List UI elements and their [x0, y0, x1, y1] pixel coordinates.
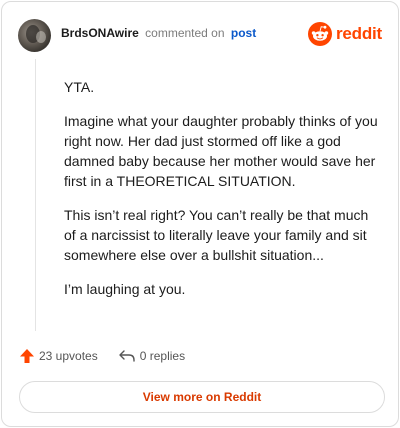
reddit-wordmark: reddit: [335, 24, 382, 43]
thread-line: [35, 59, 36, 331]
action-text: commented on: [145, 26, 225, 40]
username-link[interactable]: BrdsONAwire: [61, 26, 139, 40]
comment-footer: 23 upvotes 0 replies: [19, 346, 185, 366]
comment-paragraph: Imagine what your daughter probably thin…: [64, 113, 378, 189]
reply-count: 0 replies: [139, 349, 186, 363]
upvote-arrow-icon[interactable]: [19, 348, 35, 364]
post-link[interactable]: post: [231, 26, 256, 40]
comment-header: BrdsONAwire commented on post reddit: [18, 18, 382, 52]
avatar[interactable]: [18, 19, 51, 52]
upvote-count: 23 upvotes: [39, 349, 98, 363]
reddit-comment-card: BrdsONAwire commented on post reddit YTA…: [1, 1, 399, 427]
view-more-button[interactable]: View more on Reddit: [19, 381, 385, 413]
reddit-logo[interactable]: reddit: [307, 22, 382, 46]
reddit-snoo-icon: [307, 22, 332, 46]
comment-paragraph: This isn’t real right? You can’t really …: [64, 207, 369, 263]
avatar-shape: [36, 31, 46, 43]
comment-meta: BrdsONAwire commented on post: [61, 26, 256, 40]
reply-icon[interactable]: [118, 348, 136, 364]
comment-body: YTA. Imagine what your daughter probably…: [64, 77, 382, 313]
comment-paragraph: I’m laughing at you.: [64, 281, 186, 297]
comment-paragraph: YTA.: [64, 79, 95, 95]
